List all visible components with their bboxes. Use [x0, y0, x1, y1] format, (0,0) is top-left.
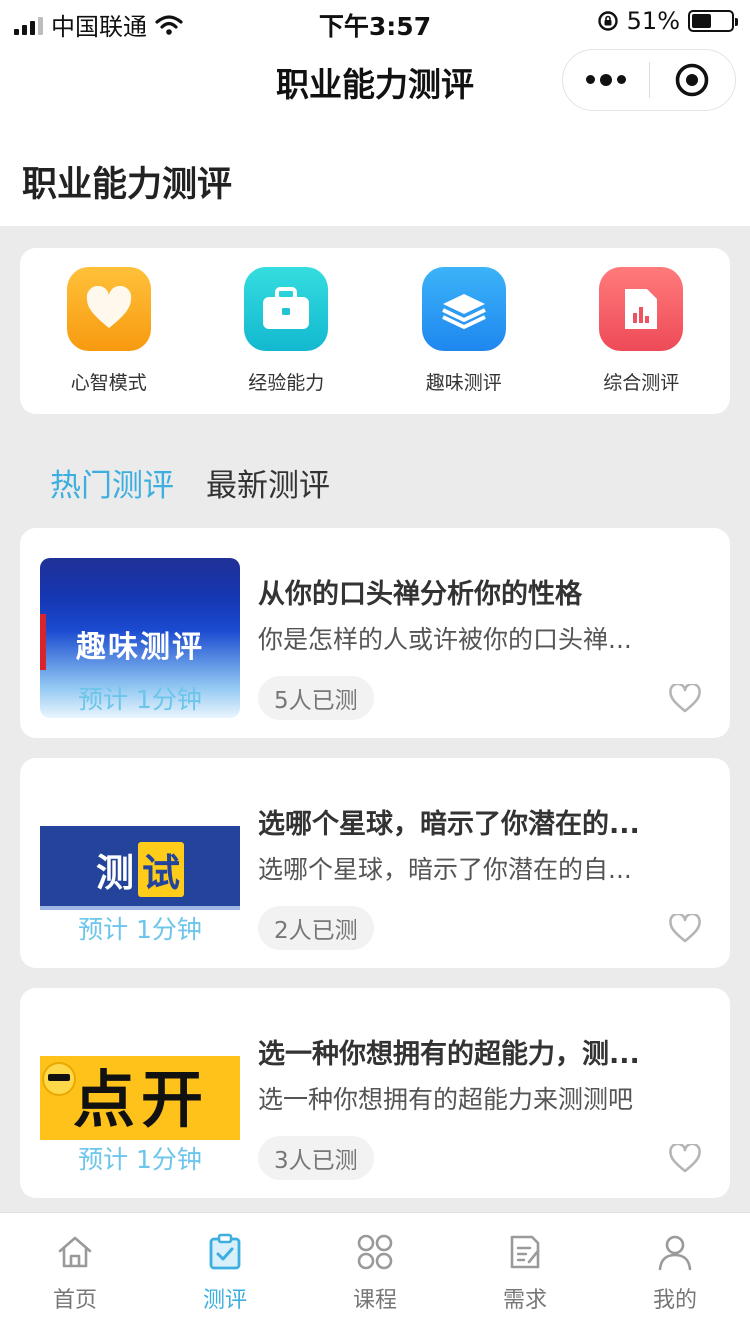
user-icon	[658, 1235, 692, 1271]
category-card: 心智模式 经验能力 趣味测评 综合测评	[20, 248, 730, 414]
test-title: 从你的口头禅分析你的性格	[258, 579, 582, 610]
layers-icon	[421, 267, 506, 351]
home-icon	[58, 1236, 92, 1268]
category-item-general[interactable]: 综合测评	[553, 248, 731, 414]
tested-count-badge: 5人已测	[258, 676, 374, 720]
tab-latest[interactable]: 最新测评	[206, 460, 330, 505]
category-label: 综合测评	[603, 372, 680, 394]
nav-bar: 职业能力测评	[0, 42, 750, 118]
mini-program-capsule	[562, 49, 736, 111]
category-item-mind[interactable]: 心智模式	[20, 248, 198, 414]
bottom-tab-bar: 首页 测评 课程 需求 我的	[0, 1212, 750, 1334]
heart-outline-icon[interactable]	[668, 684, 702, 714]
test-title: 选一种你想拥有的超能力，测...	[258, 1039, 640, 1070]
battery-percent: 51%	[626, 7, 680, 35]
tested-count-badge: 2人已测	[258, 906, 374, 950]
test-card[interactable]: 测 试 预计 1分钟 选哪个星球，暗示了你潜在的... 选哪个星球，暗示了你潜在…	[20, 758, 730, 968]
orientation-lock-icon	[597, 11, 618, 31]
category-label: 经验能力	[248, 372, 325, 394]
tabbar-item-demand[interactable]: 需求	[450, 1213, 600, 1334]
clipboard-check-icon	[209, 1233, 241, 1270]
tabbar-label: 课程	[352, 1288, 397, 1313]
test-description: 你是怎样的人或许被你的口头禅...	[258, 625, 632, 654]
tab-hot[interactable]: 热门测评	[50, 460, 174, 539]
tabbar-label: 需求	[502, 1288, 547, 1313]
heart-outline-icon[interactable]	[668, 1144, 702, 1174]
tabbar-item-assessment[interactable]: 测评	[150, 1213, 300, 1334]
category-item-experience[interactable]: 经验能力	[198, 248, 376, 414]
grid-icon	[357, 1234, 393, 1270]
page-header: 职业能力测评	[0, 118, 750, 226]
heart-outline-icon[interactable]	[668, 914, 702, 944]
duration-label: 预计 1分钟	[78, 1145, 202, 1174]
test-tabs: 热门测评 最新测评	[50, 460, 330, 539]
category-label: 心智模式	[70, 372, 147, 394]
tabbar-item-home[interactable]: 首页	[0, 1213, 150, 1334]
tabbar-item-mine[interactable]: 我的	[600, 1213, 750, 1334]
heart-icon	[66, 267, 151, 351]
battery-icon	[688, 10, 738, 32]
thumbnail-text: 点开	[72, 1063, 209, 1136]
duration-label: 预计 1分钟	[78, 685, 202, 714]
test-thumbnail: 趣味测评 预计 1分钟	[40, 558, 240, 718]
tabbar-label: 首页	[52, 1288, 97, 1313]
page-title: 职业能力测评	[22, 165, 233, 205]
duration-label: 预计 1分钟	[78, 915, 202, 944]
test-card[interactable]: 趣味测评 预计 1分钟 从你的口头禅分析你的性格 你是怎样的人或许被你的口头禅.…	[20, 528, 730, 738]
chart-doc-icon	[599, 267, 684, 351]
tabbar-item-courses[interactable]: 课程	[300, 1213, 450, 1334]
test-title: 选哪个星球，暗示了你潜在的...	[258, 809, 640, 840]
status-right: 51%	[597, 7, 738, 35]
test-description: 选哪个星球，暗示了你潜在的自...	[258, 855, 632, 884]
test-thumbnail: 点开 预计 1分钟	[40, 1018, 240, 1178]
category-item-fun[interactable]: 趣味测评	[375, 248, 553, 414]
test-thumbnail: 测 试 预计 1分钟	[40, 788, 240, 948]
test-description: 选一种你想拥有的超能力来测测吧	[258, 1085, 634, 1114]
edit-doc-icon	[510, 1235, 540, 1269]
tested-count-badge: 3人已测	[258, 1136, 374, 1180]
more-button[interactable]	[563, 73, 649, 86]
thumbnail-text: 测 试	[40, 842, 240, 897]
close-button[interactable]	[650, 62, 736, 98]
briefcase-icon	[244, 267, 329, 351]
thumbnail-text: 趣味测评	[76, 630, 204, 665]
category-label: 趣味测评	[425, 372, 502, 394]
target-icon	[675, 63, 709, 97]
status-bar: 中国联通 下午3:57 51%	[0, 0, 750, 42]
tabbar-label: 我的	[652, 1288, 697, 1313]
tabbar-label: 测评	[202, 1288, 247, 1313]
test-card[interactable]: 点开 预计 1分钟 选一种你想拥有的超能力，测... 选一种你想拥有的超能力来测…	[20, 988, 730, 1198]
